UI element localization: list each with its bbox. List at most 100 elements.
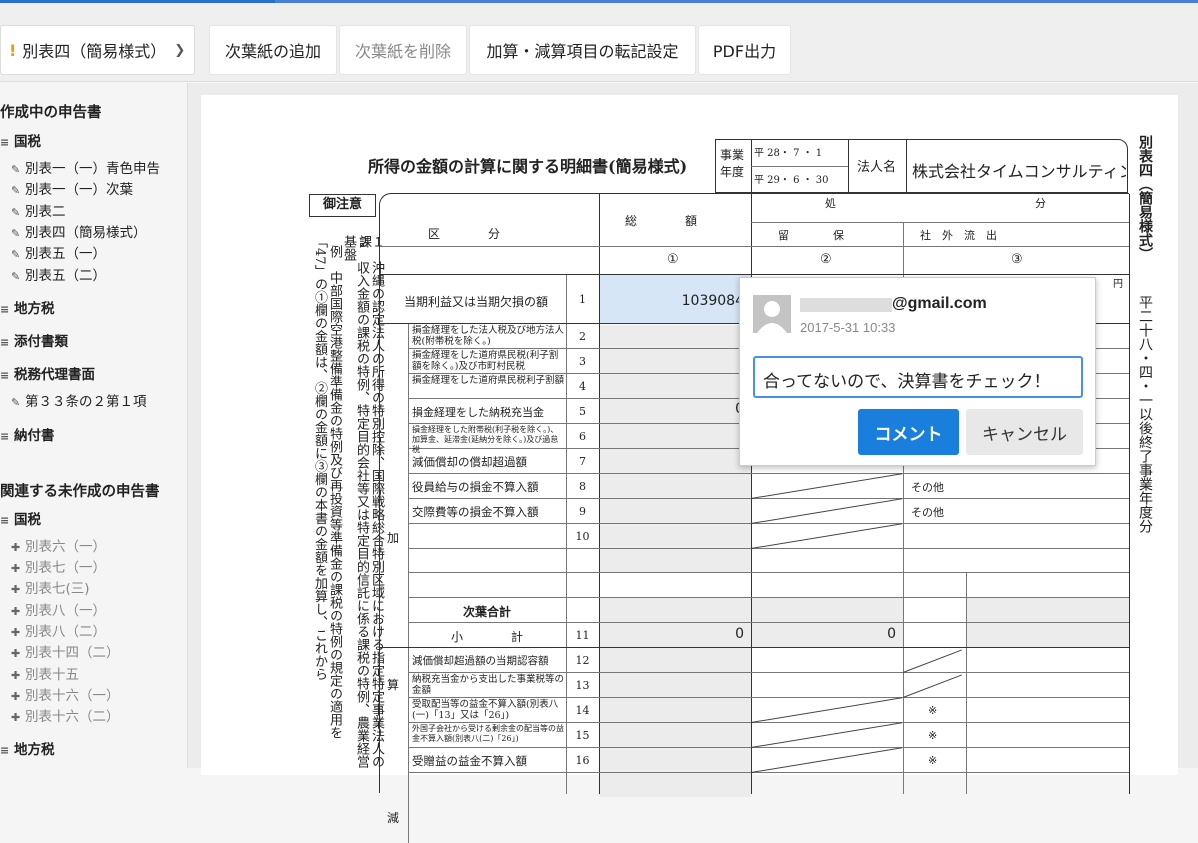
row-no: 6 (579, 430, 586, 443)
sidebar-item-related[interactable]: ✚ 別表八（一） (11, 599, 106, 619)
comment-date: 2017-5-31 10:33 (800, 320, 896, 335)
chevron-down-icon: ❯ (174, 42, 186, 58)
comment-submit-button[interactable]: コメント (858, 409, 959, 455)
plus-icon: ✚ (11, 626, 21, 639)
sidebar-item-related[interactable]: ✚ 別表七（一） (11, 556, 106, 576)
row-label: 役員給与の損金不算入額 (412, 480, 539, 494)
redacted-email-prefix (800, 298, 892, 312)
sidebar-section-local-tax[interactable]: ≡ 地方税 (0, 297, 55, 317)
list-icon: ≡ (0, 430, 10, 443)
row-total[interactable]: 1039084 (599, 293, 744, 309)
sidebar-section-attachments[interactable]: ≡ 添付書類 (0, 330, 68, 350)
row-label: 当期利益又は当期欠損の額 (403, 295, 548, 309)
warning-icon: ! (9, 40, 17, 60)
row-outflow: ※ (928, 754, 938, 767)
col-outflow: 社 外 流 出 (920, 229, 997, 242)
form-select-label: 別表四（簡易様式） (22, 42, 167, 61)
row-outflow: ※ (928, 729, 938, 742)
row-outflow: その他 (911, 481, 944, 494)
fiscal-year-label: 年度 (720, 165, 745, 179)
sidebar: 作成中の申告書 ≡ 国税 ✎ 別表一（一）青色申告 ✎ 別表一（一）次葉 ✎ 別表二 ✎… (0, 83, 188, 768)
sidebar-section-related-national-tax[interactable]: ≡ 国税 (0, 508, 41, 528)
row-label: 損金経理をした附帯税(利子税を除く。)、加算金、延滞金(延納分を除く。)及び過怠… (412, 425, 559, 454)
avatar (753, 295, 791, 333)
col-2: ② (820, 252, 832, 267)
sidebar-item-form[interactable]: ✎ 別表五（一） (11, 242, 106, 262)
plus-icon: ✚ (11, 711, 21, 724)
form-title: 所得の金額の計算に関する明細書(簡易様式) (368, 157, 688, 176)
row-label: 受取配当等の益金不算入額(別表八(一)「13」又は「26」) (412, 699, 559, 721)
row-total[interactable]: 0 (599, 401, 744, 417)
pdf-output-button[interactable]: PDF出力 (698, 25, 791, 75)
row-label: 損金経理をした納税充当金 (412, 406, 544, 419)
plus-icon: ✚ (11, 690, 21, 703)
add-sheet-button[interactable]: 次葉紙の追加 (209, 25, 337, 75)
plus-icon: ✚ (11, 647, 21, 660)
sidebar-section-payment[interactable]: ≡ 納付書 (0, 424, 55, 444)
row-label: 受贈益の益金不算入額 (412, 754, 527, 768)
sidebar-item-form[interactable]: ✎ 別表四（簡易様式） (11, 221, 147, 241)
row-total[interactable]: 0 (599, 626, 744, 642)
sidebar-item-related[interactable]: ✚ 別表六（一） (11, 535, 106, 555)
plus-icon: ✚ (11, 541, 21, 554)
toolbar: ! 別表四（簡易様式） ❯ 次葉紙の追加 次葉紙を削除 加算・減算項目の転記設定… (0, 3, 1198, 82)
list-icon: ≡ (0, 514, 10, 527)
col-3: ③ (1011, 252, 1023, 267)
sidebar-item-related[interactable]: ✚ 別表十六（一） (11, 684, 120, 704)
pencil-icon: ✎ (11, 206, 21, 219)
form-select-dropdown[interactable]: ! 別表四（簡易様式） ❯ (0, 25, 195, 75)
row-label: 損金経理をした道府県民税(利子割額を除く。)及び市町村民税 (412, 350, 559, 372)
row-reserve[interactable]: 0 (751, 626, 896, 642)
comment-cancel-button[interactable]: キャンセル (966, 409, 1083, 455)
row-label: 減価償却の償却超過額 (412, 455, 527, 469)
col-kubun: 区 分 (428, 227, 501, 241)
notice-text: 「47」の①欄の金額は、②欄の金額に③欄の本書の金額を加算し、これから (312, 235, 327, 681)
corp-name[interactable]: 株式会社タイムコンサルティング (912, 158, 1126, 182)
delete-sheet-button[interactable]: 次葉紙を削除 (339, 25, 467, 75)
col-disposal2: 分 (1035, 197, 1046, 210)
sidebar-item-form[interactable]: ✎ 別表一（一）次葉 (11, 178, 133, 198)
notice-text: ２ 収入金額の課税の特例、特定目的会社等又は特定目的信託に係る課税の特例、農業経… (341, 235, 369, 768)
plus-icon: ✚ (11, 562, 21, 575)
related-title: 関連する未作成の申告書 (0, 484, 160, 500)
col-disposal: 処 (825, 197, 836, 210)
sidebar-item-related[interactable]: ✚ 別表十四（二） (11, 641, 120, 661)
row-no: 8 (579, 480, 586, 493)
plus-icon: ✚ (11, 583, 21, 596)
sidebar-item-related[interactable]: ✚ 別表十六（二） (11, 705, 120, 725)
sidebar-item-form[interactable]: ✎ 別表一（一）青色申告 (11, 157, 160, 177)
row-outflow: その他 (911, 506, 944, 519)
transfer-settings-button[interactable]: 加算・減算項目の転記設定 (469, 25, 696, 75)
sidebar-item-related[interactable]: ✚ 別表十五 (11, 663, 79, 683)
sidebar-item-form[interactable]: ✎ 第３３条の２第１項 (11, 390, 147, 410)
row-no: 11 (575, 629, 590, 642)
list-icon: ≡ (0, 744, 10, 757)
pencil-icon: ✎ (11, 396, 21, 409)
list-icon: ≡ (0, 369, 10, 382)
sidebar-item-related[interactable]: ✚ 別表八（二） (11, 620, 106, 640)
comment-email: @gmail.com (892, 295, 987, 312)
row-label: 減価償却超過額の当期認容額 (412, 655, 549, 667)
period-start[interactable]: 平 28・ 7 ・ 1 (754, 144, 822, 159)
sidebar-section-tax-agent[interactable]: ≡ 税務代理書面 (0, 363, 95, 383)
list-icon: ≡ (0, 303, 10, 316)
pencil-icon: ✎ (11, 248, 21, 261)
sidebar-item-form[interactable]: ✎ 別表五（二） (11, 264, 106, 284)
corp-name-label: 法人名 (857, 160, 897, 175)
row-label: 納税充当金から支出した事業税等の金額 (412, 674, 565, 696)
sidebar-section-national-tax[interactable]: ≡ 国税 (0, 130, 41, 150)
period-end[interactable]: 平 29・ 6 ・ 30 (754, 171, 829, 186)
pencil-icon: ✎ (11, 270, 21, 283)
side-period: 平二十八・四・一以後終了事業年度分 (1137, 295, 1153, 533)
row-no: 14 (575, 704, 590, 717)
sidebar-item-related[interactable]: ✚ 別表七(三) (11, 577, 90, 597)
row-outflow: ※ (928, 704, 938, 717)
row-label: 損金経理をした道府県民税利子割額 (412, 375, 565, 386)
sidebar-section-related-local-tax[interactable]: ≡ 地方税 (0, 738, 55, 758)
row-no: 10 (575, 530, 590, 543)
pencil-icon: ✎ (11, 227, 21, 240)
comment-input[interactable]: 合ってないので、決算書をチェック！ (753, 356, 1083, 398)
row-label: 交際費等の損金不算入額 (412, 505, 539, 519)
sidebar-item-form[interactable]: ✎ 別表二 (11, 200, 66, 220)
notice-text: 例 中部国際空港整備準備金の特例及び再投資等準備金の課税の特例の規定の適用を (327, 245, 342, 739)
